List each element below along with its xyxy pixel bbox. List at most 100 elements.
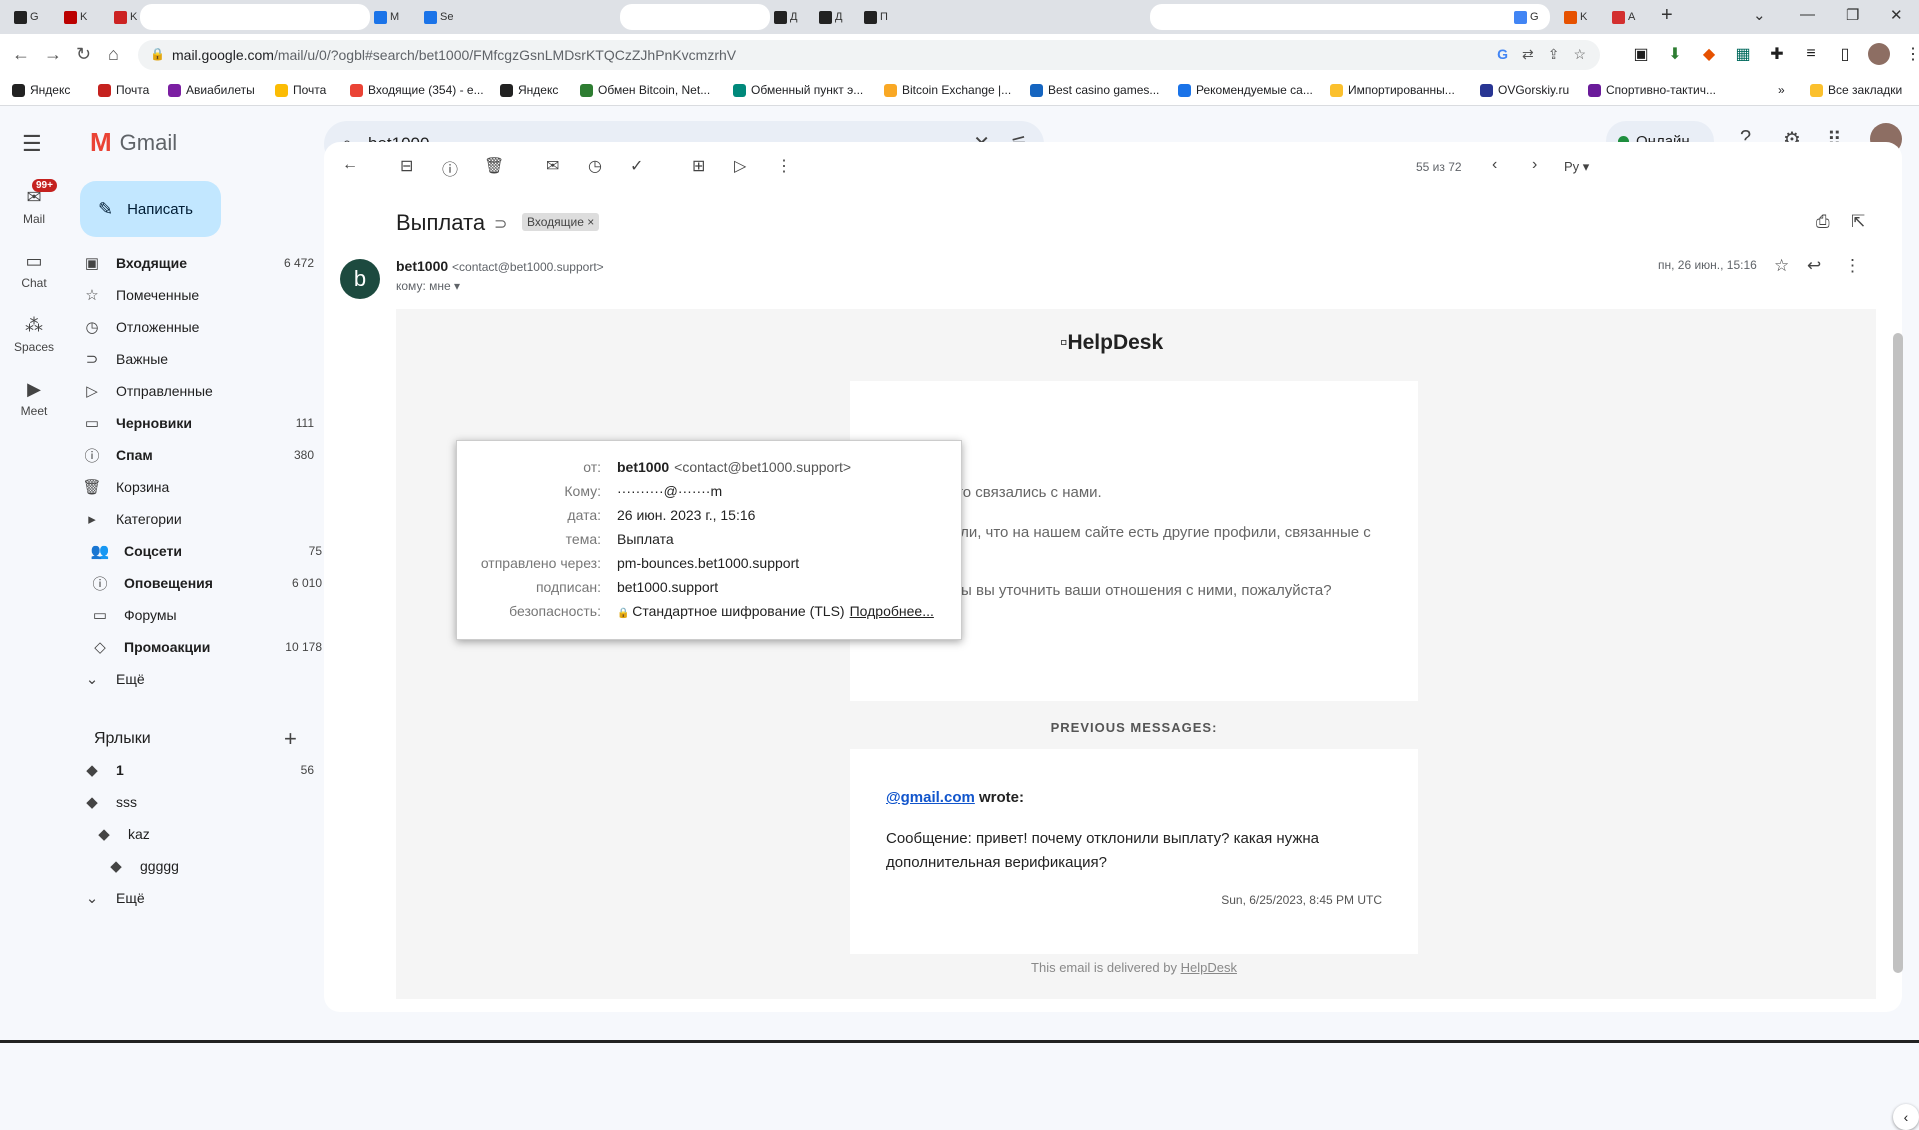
minimize-icon[interactable]: —	[1800, 6, 1815, 23]
browser-menu-icon[interactable]: ⋮	[1902, 43, 1919, 65]
bookmark-item[interactable]: Почта	[98, 83, 149, 97]
back-icon[interactable]: ←	[12, 44, 30, 65]
sidebar-item[interactable]: ⓘ Оповещения 6 010	[76, 567, 322, 599]
bookmark-item[interactable]: Best casino games...	[1030, 83, 1159, 97]
back-to-list-icon[interactable]: ←	[342, 156, 358, 174]
report-spam-icon[interactable]: ⓘ	[442, 156, 458, 180]
input-language-dropdown[interactable]: Ру ▾	[1564, 159, 1589, 175]
bookmark-item[interactable]: Яндекс	[500, 83, 558, 97]
reload-icon[interactable]: ↻	[76, 44, 91, 65]
tab-search-icon[interactable]: ⌄	[1753, 6, 1766, 24]
home-icon[interactable]: ⌂	[108, 44, 119, 65]
add-task-icon[interactable]: ✓	[630, 156, 643, 176]
bookmark-item[interactable]: OVGorskiy.ru	[1480, 83, 1569, 97]
bookmark-item[interactable]: Рекомендуемые са...	[1178, 83, 1313, 97]
reply-icon[interactable]: ↩	[1807, 256, 1821, 276]
browser-tab[interactable]: M	[370, 6, 404, 28]
mark-unread-icon[interactable]: ✉	[546, 156, 559, 176]
share-icon[interactable]: ⇪	[1548, 46, 1560, 63]
star-icon[interactable]: ☆	[1774, 256, 1789, 276]
side-panel-icon[interactable]: ▯	[1834, 43, 1856, 65]
bookmark-item[interactable]: Обменный пункт э...	[733, 83, 863, 97]
rail-mail[interactable]: ✉ 99+ Mail	[0, 179, 68, 226]
browser-tab[interactable]: A	[1608, 6, 1642, 28]
browser-tab[interactable]: K	[1560, 6, 1594, 28]
sidebar-item[interactable]: 👥 Соцсети 75	[76, 535, 322, 567]
all-bookmarks[interactable]: Все закладки	[1810, 83, 1902, 97]
more-icon[interactable]: ⋮	[776, 156, 792, 176]
metamask-icon[interactable]: ◆	[1698, 43, 1720, 65]
importance-marker-icon[interactable]: ⊃	[494, 214, 507, 234]
extension-icon[interactable]: ▣	[1630, 43, 1652, 65]
bookmark-item[interactable]: Импортированны...	[1330, 83, 1455, 97]
browser-tab[interactable]: K	[110, 6, 144, 28]
label-icon[interactable]: ▷	[734, 156, 746, 176]
extension-icon[interactable]: ▦	[1732, 43, 1754, 65]
archive-icon[interactable]: ⊟	[400, 156, 413, 176]
label-item[interactable]: ⌄ Ещё	[68, 882, 314, 914]
sidebar-item[interactable]: ▭ Форумы	[76, 599, 322, 631]
sidebar-item[interactable]: ☆ Помеченные	[68, 279, 314, 311]
sidebar-item[interactable]: ▸ Категории	[68, 503, 314, 535]
bookmark-item[interactable]: Bitcoin Exchange |...	[884, 83, 1011, 97]
sidebar-item[interactable]: ▷ Отправленные	[68, 375, 314, 407]
recipient-details-toggle[interactable]: кому: мне ▾	[396, 279, 460, 293]
sidebar-item[interactable]: ⌄ Ещё	[68, 663, 314, 695]
browser-tab[interactable]: Д	[770, 6, 804, 28]
extensions-puzzle-icon[interactable]: ✚	[1766, 43, 1788, 65]
translate-icon[interactable]: ⇄	[1522, 46, 1534, 63]
label-item[interactable]: ◆ ggggg	[92, 850, 314, 882]
bookmark-item[interactable]: Обмен Bitcoin, Net...	[580, 83, 710, 97]
rail-meet[interactable]: ▶ Meet	[0, 379, 68, 418]
browser-tab[interactable]: Se	[420, 6, 454, 28]
sidebar-item[interactable]: ◷ Отложенные	[68, 311, 314, 343]
sidebar-item[interactable]: ⊃ Важные	[68, 343, 314, 375]
bookmark-star-icon[interactable]: ☆	[1573, 46, 1586, 63]
bookmarks-more[interactable]: »	[1778, 83, 1785, 97]
sidebar-item[interactable]: ◇ Промоакции 10 178	[76, 631, 322, 663]
sender-avatar[interactable]: b	[340, 259, 380, 299]
reading-list-icon[interactable]: ≡	[1800, 43, 1822, 65]
sidebar-item[interactable]: ⓘ Спам 380	[68, 439, 314, 471]
bookmark-item[interactable]: Входящие (354) - e...	[350, 83, 484, 97]
main-menu-icon[interactable]: ☰	[22, 131, 42, 157]
rail-chat[interactable]: ▭ Chat	[0, 251, 68, 290]
google-icon[interactable]: G	[1497, 46, 1508, 63]
inbox-label-chip[interactable]: Входящие ×	[522, 213, 600, 231]
rail-spaces[interactable]: ⁂ Spaces	[0, 315, 68, 354]
browser-tab[interactable]: Д	[815, 6, 849, 28]
security-details-link[interactable]: Подробнее...	[850, 603, 934, 619]
bookmark-item[interactable]: Яндекс	[12, 83, 70, 97]
restore-icon[interactable]: ❐	[1846, 6, 1859, 24]
label-item[interactable]: ◆ 1 56	[68, 754, 314, 786]
sidebar-item[interactable]: 🗑 Корзина	[68, 471, 314, 503]
sidebar-item[interactable]: ▭ Черновики 111	[68, 407, 314, 439]
browser-tab[interactable]: П	[860, 6, 894, 28]
browser-tab[interactable]: G	[10, 6, 44, 28]
collapse-side-panel-icon[interactable]: ‹	[1893, 1104, 1919, 1130]
message-more-icon[interactable]: ⋮	[1844, 256, 1861, 276]
extension-icon[interactable]: ⬇	[1664, 43, 1686, 65]
move-to-icon[interactable]: ⊞	[692, 156, 705, 176]
lock-icon[interactable]: 🔒	[150, 47, 165, 61]
bookmark-item[interactable]: Авиабилеты	[168, 83, 255, 97]
label-item[interactable]: ◆ kaz	[80, 818, 314, 850]
new-tab-button[interactable]: +	[1661, 4, 1673, 27]
next-message-icon[interactable]: ›	[1532, 156, 1537, 174]
add-label-icon[interactable]: +	[284, 726, 297, 752]
delete-icon[interactable]: 🗑	[484, 156, 504, 176]
browser-tab[interactable]: G	[1510, 6, 1544, 28]
gmail-logo[interactable]: M Gmail	[90, 127, 177, 158]
browser-tab[interactable]: K	[60, 6, 94, 28]
url-text[interactable]: mail.google.com/mail/u/0/?ogbl#search/be…	[172, 47, 736, 63]
compose-button[interactable]: ✎ Написать	[80, 181, 221, 237]
snooze-icon[interactable]: ◷	[588, 156, 602, 176]
close-window-icon[interactable]: ✕	[1890, 6, 1903, 24]
sidebar-item[interactable]: ▣ Входящие 6 472	[68, 247, 314, 279]
label-item[interactable]: ◆ sss	[68, 786, 314, 818]
sender-name[interactable]: bet1000	[396, 258, 448, 274]
quote-author-email-link[interactable]: @gmail.com	[886, 789, 975, 806]
url-field[interactable]: 🔒 mail.google.com/mail/u/0/?ogbl#search/…	[138, 40, 1600, 70]
bookmark-item[interactable]: Почта	[275, 83, 326, 97]
forward-icon[interactable]: →	[44, 44, 62, 65]
